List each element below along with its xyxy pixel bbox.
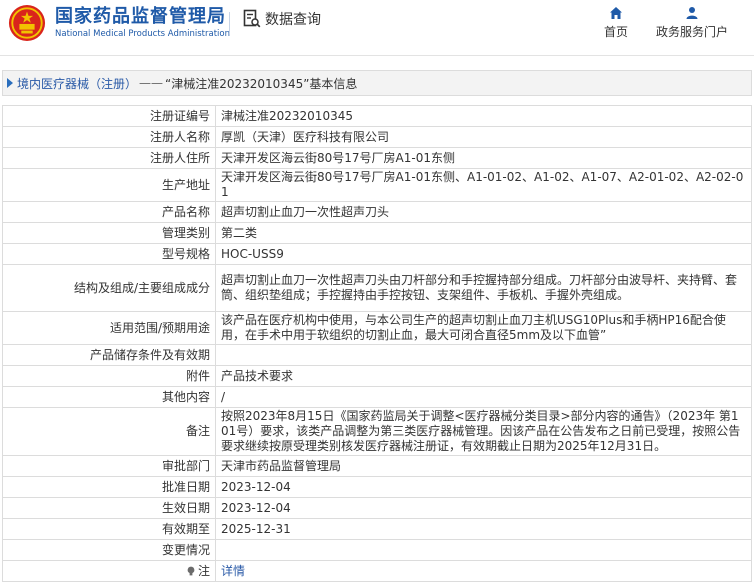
document-search-icon: [243, 9, 261, 28]
table-row: 注册人住所 天津开发区海云街80号17号厂房A1-01东侧: [2, 147, 752, 169]
field-label: 适用范围/预期用途: [2, 311, 216, 345]
nav-gov-label: 政务服务门户: [656, 25, 729, 39]
field-value: 天津市药品监督管理局: [215, 455, 752, 477]
site-logo[interactable]: 国家药品监督管理局 National Medical Products Admi…: [8, 4, 230, 42]
user-icon: [686, 7, 698, 19]
table-row: 注 详情: [2, 560, 752, 582]
field-label: 审批部门: [2, 455, 216, 477]
breadcrumb-category-link[interactable]: 境内医疗器械（注册）: [17, 75, 137, 92]
field-value: 2023-12-04: [215, 476, 752, 498]
field-label: 注册人住所: [2, 147, 216, 169]
field-value: 天津开发区海云街80号17号厂房A1-01东侧: [215, 147, 752, 169]
field-label: 批准日期: [2, 476, 216, 498]
field-value: 超声切割止血刀一次性超声刀头: [215, 201, 752, 223]
table-row: 备注 按照2023年8月15日《国家药监局关于调整<医疗器械分类目录>部分内容的…: [2, 407, 752, 456]
field-value: 第二类: [215, 222, 752, 244]
field-label: 型号规格: [2, 243, 216, 265]
field-label: 备注: [2, 407, 216, 456]
field-value: 该产品在医疗机构中使用，与本公司生产的超声切割止血刀主机USG10Plus和手柄…: [215, 311, 752, 345]
field-label: 注册人名称: [2, 126, 216, 148]
field-value: /: [215, 386, 752, 408]
data-query-label: 数据查询: [265, 12, 321, 28]
field-value: HOC-USS9: [215, 243, 752, 265]
nav-home[interactable]: 首页: [604, 6, 628, 40]
field-value: 产品技术要求: [215, 365, 752, 387]
table-row: 有效期至 2025-12-31: [2, 518, 752, 540]
note-bulb-icon: [187, 566, 195, 575]
field-value: 天津开发区海云街80号17号厂房A1-01东侧、A1-01-02、A1-02、A…: [215, 168, 752, 202]
field-value: 2023-12-04: [215, 497, 752, 519]
field-label: 附件: [2, 365, 216, 387]
breadcrumb-current: “津械注准20232010345”基本信息: [165, 76, 358, 91]
data-query-link[interactable]: 数据查询: [243, 9, 321, 29]
field-value: 厚凯（天津）医疗科技有限公司: [215, 126, 752, 148]
table-row: 变更情况: [2, 539, 752, 561]
table-row: 生效日期 2023-12-04: [2, 497, 752, 519]
registration-info-table: 注册证编号 津械注准20232010345 注册人名称 厚凯（天津）医疗科技有限…: [2, 105, 752, 582]
field-label: 产品储存条件及有效期: [2, 344, 216, 366]
home-icon: [610, 7, 622, 19]
nav-gov-portal[interactable]: 政务服务门户: [656, 6, 728, 40]
table-row: 附件 产品技术要求: [2, 365, 752, 387]
table-row: 其他内容 /: [2, 386, 752, 408]
national-emblem-icon: [8, 4, 46, 42]
field-value: [215, 344, 752, 366]
breadcrumb: 境内医疗器械（注册） —— “津械注准20232010345”基本信息: [2, 70, 752, 96]
field-value: 2025-12-31: [215, 518, 752, 540]
note-label: 注: [197, 563, 210, 578]
table-row: 型号规格 HOC-USS9: [2, 243, 752, 265]
field-value: 按照2023年8月15日《国家药监局关于调整<医疗器械分类目录>部分内容的通告》…: [215, 407, 752, 456]
field-label: 注: [2, 560, 216, 582]
org-name-en: National Medical Products Administration: [55, 29, 230, 39]
field-label: 其他内容: [2, 386, 216, 408]
field-label: 变更情况: [2, 539, 216, 561]
field-label: 产品名称: [2, 201, 216, 223]
field-value: [215, 539, 752, 561]
breadcrumb-separator: ——: [139, 76, 164, 90]
table-row: 适用范围/预期用途 该产品在医疗机构中使用，与本公司生产的超声切割止血刀主机US…: [2, 311, 752, 345]
org-name-cn: 国家药品监督管理局: [55, 6, 226, 27]
table-row: 注册证编号 津械注准20232010345: [2, 105, 752, 127]
table-row: 产品名称 超声切割止血刀一次性超声刀头: [2, 201, 752, 223]
field-label: 生效日期: [2, 497, 216, 519]
breadcrumb-arrow-icon: [7, 78, 13, 88]
field-value: 超声切割止血刀一次性超声刀头由刀杆部分和手控握持部分组成。刀杆部分由波导杆、夹持…: [215, 264, 752, 312]
field-label: 生产地址: [2, 168, 216, 202]
table-row: 结构及组成/主要组成成分 超声切割止血刀一次性超声刀头由刀杆部分和手控握持部分组…: [2, 264, 752, 312]
site-header: 国家药品监督管理局 National Medical Products Admi…: [0, 0, 754, 56]
field-label: 有效期至: [2, 518, 216, 540]
table-row: 生产地址 天津开发区海云街80号17号厂房A1-01东侧、A1-01-02、A1…: [2, 168, 752, 202]
field-label: 结构及组成/主要组成成分: [2, 264, 216, 312]
table-row: 注册人名称 厚凯（天津）医疗科技有限公司: [2, 126, 752, 148]
nav-home-label: 首页: [604, 25, 629, 39]
table-row: 产品储存条件及有效期: [2, 344, 752, 366]
header-divider: [229, 12, 230, 34]
field-label: 注册证编号: [2, 105, 216, 127]
details-link[interactable]: 详情: [221, 564, 245, 578]
field-value: 详情: [215, 560, 752, 582]
table-row: 审批部门 天津市药品监督管理局: [2, 455, 752, 477]
table-row: 批准日期 2023-12-04: [2, 476, 752, 498]
field-label: 管理类别: [2, 222, 216, 244]
field-value: 津械注准20232010345: [215, 105, 752, 127]
table-row: 管理类别 第二类: [2, 222, 752, 244]
